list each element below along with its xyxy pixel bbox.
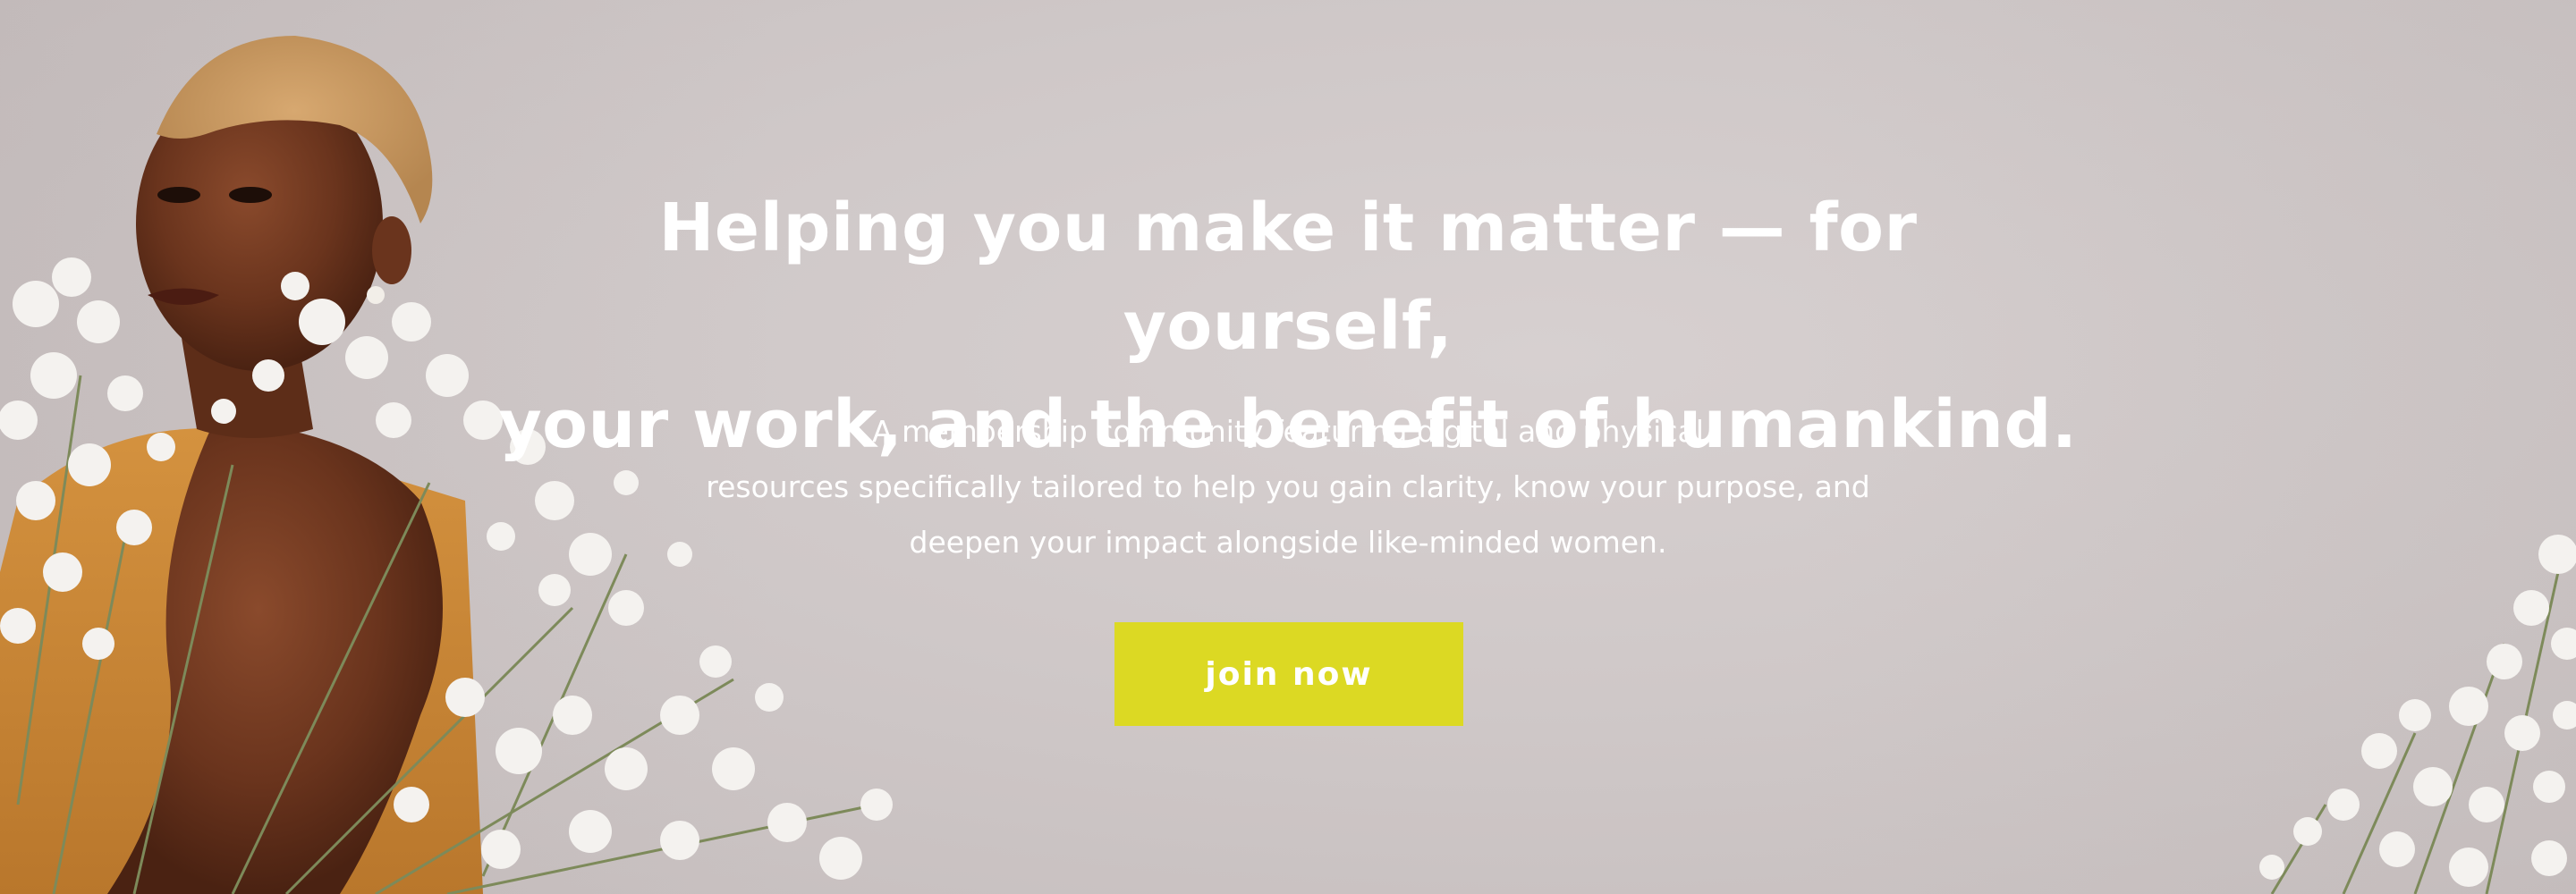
hero-description: A membership community featuring digital… bbox=[572, 404, 2004, 570]
description-line-3: deepen your impact alongside like-minded… bbox=[909, 525, 1667, 560]
headline-line-1: Helping you make it matter — for yoursel… bbox=[658, 190, 1918, 365]
description-line-1: A membership community featuring digital… bbox=[872, 414, 1704, 449]
join-now-button[interactable]: join now bbox=[1114, 622, 1463, 726]
description-line-2: resources specifically tailored to help … bbox=[706, 469, 1870, 504]
hero-section: Helping you make it matter — for yoursel… bbox=[0, 0, 2576, 894]
hero-content: Helping you make it matter — for yoursel… bbox=[0, 0, 2576, 894]
